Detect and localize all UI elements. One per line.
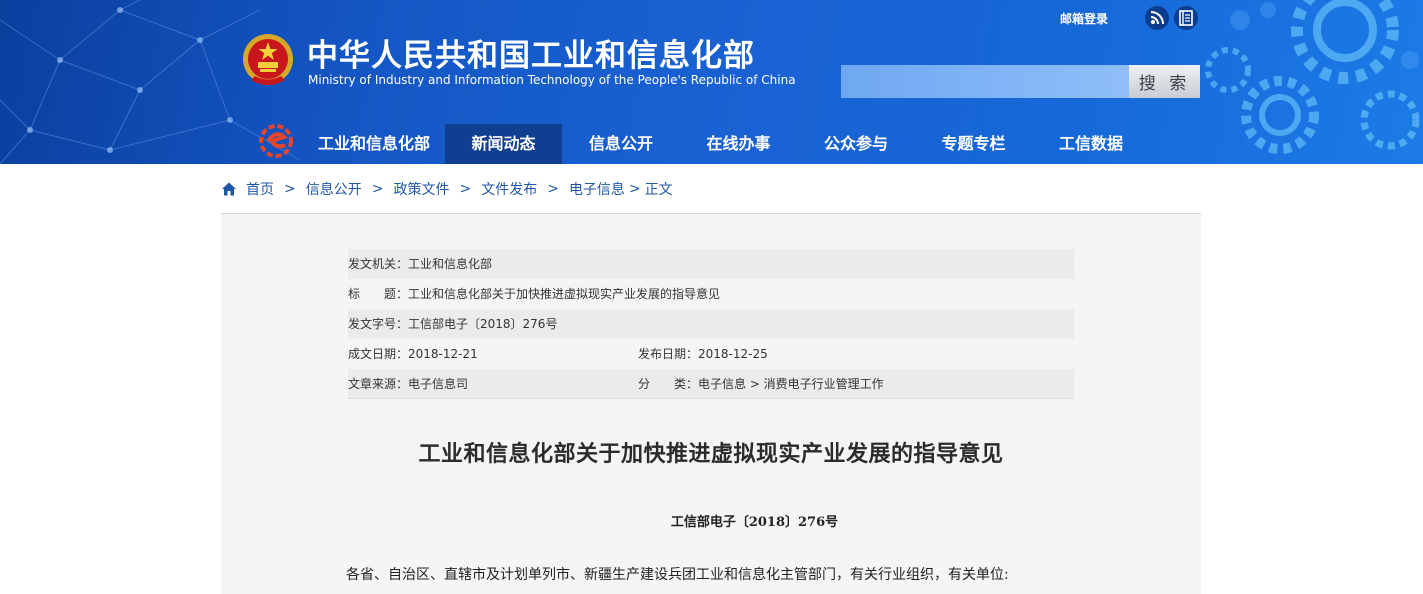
rss-icon[interactable] (1145, 6, 1169, 30)
site-header: 中华人民共和国工业和信息化部 Ministry of Industry and … (0, 0, 1423, 164)
meta-label-title: 标 题： (348, 287, 409, 301)
meta-label-source: 文章来源： (348, 377, 409, 391)
nav-item-news[interactable]: 新闻动态 (445, 124, 562, 164)
miit-logo-icon (259, 124, 293, 158)
main-nav: 工业和信息化部 新闻动态 信息公开 在线办事 公众参与 专题专栏 工信数据 (303, 124, 1150, 164)
meta-row-title: 标 题： 工业和信息化部关于加快推进虚拟现实产业发展的指导意见 (348, 279, 1074, 309)
document-salutation: 各省、自治区、直辖市及计划单列市、新疆生产建设兵团工业和信息化主管部门，有关行业… (346, 567, 1009, 583)
meta-row-issuer: 发文机关： 工业和信息化部 (348, 249, 1074, 279)
nav-item-data[interactable]: 工信数据 (1032, 124, 1150, 164)
meta-value-created: 2018-12-21 (408, 347, 478, 361)
nav-item-info-disclosure[interactable]: 信息公开 (562, 124, 680, 164)
meta-value-doc-number: 工信部电子〔2018〕276号 (408, 317, 558, 331)
meta-row-source: 文章来源： 电子信息司 分 类： 电子信息 > 消费电子行业管理工作 (348, 369, 1074, 399)
document-title: 工业和信息化部关于加快推进虚拟现实产业发展的指导意见 (418, 442, 1004, 467)
meta-label-category: 分 类： (638, 377, 699, 391)
search-input[interactable] (841, 65, 1129, 98)
breadcrumb-info-disclosure[interactable]: 信息公开 (306, 179, 362, 199)
national-emblem-icon (243, 34, 293, 85)
breadcrumb-electronic-info[interactable]: 电子信息 (569, 179, 625, 199)
document-number: 工信部电子〔2018〕276号 (670, 515, 839, 530)
breadcrumb: 首页 > 信息公开 > 政策文件 > 文件发布 > 电子信息 > 正文 (221, 179, 673, 199)
meta-label-published: 发布日期： (638, 347, 699, 361)
meta-label-created: 成文日期： (348, 347, 409, 361)
meta-label-issuer: 发文机关： (348, 257, 409, 271)
breadcrumb-separator: > (628, 181, 641, 197)
mail-login-link[interactable]: 邮箱登录 (1060, 10, 1108, 27)
site-title: 中华人民共和国工业和信息化部 (307, 38, 755, 74)
list-icon[interactable] (1174, 6, 1198, 30)
home-icon[interactable] (221, 181, 237, 197)
breadcrumb-home[interactable]: 首页 (246, 179, 274, 199)
nav-item-online-services[interactable]: 在线办事 (680, 124, 797, 164)
search-button[interactable]: 搜 索 (1129, 65, 1200, 98)
meta-value-title: 工业和信息化部关于加快推进虚拟现实产业发展的指导意见 (408, 287, 721, 301)
breadcrumb-document-release[interactable]: 文件发布 (481, 179, 537, 199)
nav-item-miit[interactable]: 工业和信息化部 (303, 124, 445, 164)
document-metadata-table: 发文机关： 工业和信息化部 标 题： 工业和信息化部关于加快推进虚拟现实产业发展… (348, 249, 1074, 399)
breadcrumb-separator: > (284, 181, 296, 197)
meta-row-dates: 成文日期： 2018-12-21 发布日期： 2018-12-25 (348, 339, 1074, 369)
site-subtitle: Ministry of Industry and Information Tec… (308, 73, 796, 87)
meta-label-doc-number: 发文字号： (348, 317, 409, 331)
breadcrumb-separator: > (459, 181, 472, 197)
meta-row-doc-number: 发文字号： 工信部电子〔2018〕276号 (348, 309, 1074, 339)
meta-value-category: 电子信息 > 消费电子行业管理工作 (698, 377, 884, 391)
breadcrumb-current: 正文 (644, 182, 673, 198)
meta-value-published: 2018-12-25 (698, 347, 768, 361)
nav-item-special-topics[interactable]: 专题专栏 (915, 124, 1032, 164)
nav-item-public-participation[interactable]: 公众参与 (797, 124, 915, 164)
breadcrumb-separator: > (371, 181, 384, 197)
breadcrumb-policy-documents[interactable]: 政策文件 (393, 179, 449, 199)
meta-value-issuer: 工业和信息化部 (408, 257, 493, 271)
meta-value-source: 电子信息司 (408, 377, 469, 391)
breadcrumb-separator: > (547, 181, 559, 197)
article-content: 发文机关： 工业和信息化部 标 题： 工业和信息化部关于加快推进虚拟现实产业发展… (221, 214, 1201, 594)
